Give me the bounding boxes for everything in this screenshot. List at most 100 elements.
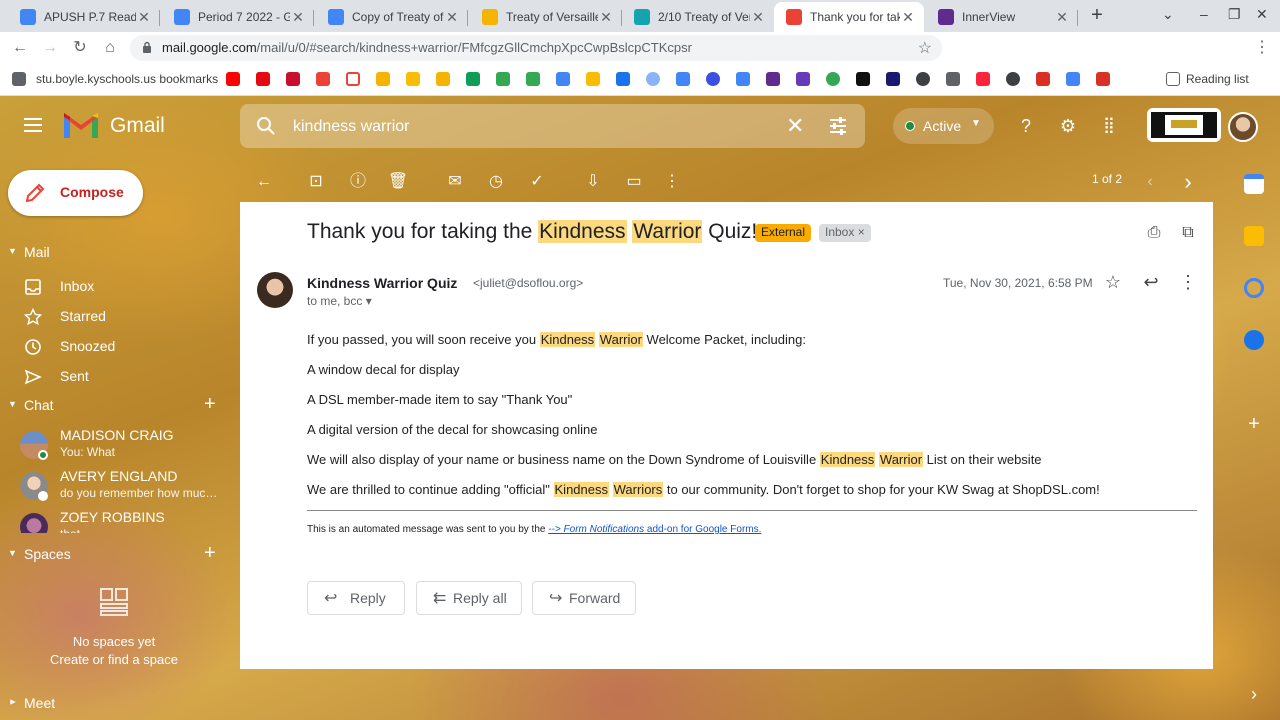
status-selector[interactable]: Active ▼ — [893, 108, 994, 144]
bookmark-icon[interactable] — [436, 72, 450, 86]
drive-bookmark-icon[interactable] — [586, 72, 600, 86]
bookmark-icon[interactable] — [916, 72, 930, 86]
sidebar-item-snoozed[interactable]: Snoozed — [0, 332, 230, 362]
snooze-icon[interactable]: ◷ — [484, 170, 508, 194]
bookmark-icon[interactable] — [1066, 72, 1080, 86]
new-space-icon[interactable]: + — [204, 542, 216, 565]
bookmark-icon[interactable] — [886, 72, 900, 86]
mail-section-header[interactable]: ▼ Mail — [0, 242, 240, 266]
chat-section-header[interactable]: ▼ Chat + — [0, 393, 240, 419]
help-icon[interactable]: ? — [1014, 114, 1038, 138]
close-tab-icon[interactable]: ✕ — [290, 9, 306, 26]
reading-list[interactable]: Reading list — [1186, 72, 1249, 86]
chevron-right-icon[interactable]: › — [1244, 684, 1264, 704]
sidebar-item-starred[interactable]: Starred — [0, 302, 230, 332]
older-icon[interactable]: › — [1176, 170, 1200, 194]
reload-icon[interactable]: ↻ — [70, 38, 90, 58]
close-tab-icon[interactable]: ✕ — [444, 9, 460, 26]
bookmark-icon[interactable] — [1006, 72, 1020, 86]
close-tab-icon[interactable]: ✕ — [136, 9, 152, 26]
browser-tab[interactable]: Treaty of Versaille ✕ — [470, 2, 622, 32]
sidebar-item-sent[interactable]: Sent — [0, 362, 230, 392]
bookmark-icon[interactable] — [676, 72, 690, 86]
docs-bookmark-icon[interactable] — [736, 72, 750, 86]
tasks-icon[interactable] — [1244, 278, 1264, 298]
reply-all-button[interactable]: ⇇ Reply all — [416, 581, 522, 615]
spaces-section-header[interactable]: ▼ Spaces + — [0, 542, 240, 568]
bookmark-icon[interactable] — [1096, 72, 1110, 86]
close-tab-icon[interactable]: ✕ — [1054, 9, 1070, 26]
home-icon[interactable]: ⌂ — [100, 38, 120, 58]
bookmark-star-icon[interactable]: ☆ — [918, 38, 932, 58]
move-to-icon[interactable]: ⇩ — [581, 170, 605, 194]
more-actions-icon[interactable]: ⋮ — [660, 170, 684, 194]
bookmark-icon[interactable] — [316, 72, 330, 86]
gear-icon[interactable]: ⚙ — [1056, 114, 1080, 138]
more-options-icon[interactable]: ⋮ — [1176, 272, 1200, 296]
new-tab-button[interactable]: + — [1086, 4, 1108, 26]
back-icon[interactable]: ← — [10, 38, 30, 58]
browser-tab[interactable]: 2/10 Treaty of Ver ✕ — [622, 2, 774, 32]
amazon-bookmark-icon[interactable] — [856, 72, 870, 86]
bookmark-icon[interactable] — [706, 72, 720, 86]
youtube-bookmark-icon[interactable] — [226, 72, 240, 86]
print-icon[interactable]: ⎙ — [1144, 224, 1164, 244]
newer-icon[interactable]: ‹ — [1138, 170, 1162, 194]
bookmark-icon[interactable] — [766, 72, 780, 86]
bookmark-icon[interactable] — [946, 72, 960, 86]
netflix-bookmark-icon[interactable] — [256, 72, 270, 86]
sender-name[interactable]: Kindness Warrior Quiz — [307, 275, 457, 291]
report-spam-icon[interactable]: ⓘ — [346, 170, 370, 194]
bookmark-icon[interactable] — [496, 72, 510, 86]
bookmark-icon[interactable] — [616, 72, 630, 86]
bookmark-icon[interactable] — [526, 72, 540, 86]
avatar[interactable] — [1228, 112, 1258, 142]
close-window-icon[interactable]: ✕ — [1256, 6, 1268, 23]
browser-tab[interactable]: Thank you for taki ✕ — [774, 2, 924, 32]
new-chat-icon[interactable]: + — [204, 393, 216, 416]
bookmarks-folder-label[interactable]: stu.boyle.kyschools.us bookmarks — [36, 72, 218, 86]
tab-search-icon[interactable]: ⌄ — [1162, 6, 1174, 23]
browser-tab[interactable]: Copy of Treaty of ✕ — [316, 2, 468, 32]
reply-icon[interactable]: ↩ — [1139, 272, 1163, 296]
back-to-results-icon[interactable]: ← — [252, 170, 276, 194]
minimize-icon[interactable]: – — [1200, 6, 1208, 22]
clear-search-icon[interactable]: ✕ — [786, 113, 804, 139]
apps-grid-icon[interactable]: ⣿ — [1097, 114, 1121, 138]
bookmark-icon[interactable] — [1036, 72, 1050, 86]
archive-icon[interactable]: ⊡ — [304, 170, 328, 194]
main-menu-icon[interactable] — [24, 118, 42, 132]
chat-item[interactable]: AVERY ENGLAND do you remember how much .… — [0, 468, 230, 508]
close-tab-icon[interactable]: ✕ — [900, 9, 916, 26]
calendar-bookmark-icon[interactable] — [556, 72, 570, 86]
add-addon-icon[interactable]: + — [1244, 414, 1264, 434]
label-icon[interactable]: ▭ — [622, 170, 646, 194]
address-bar[interactable]: mail.google.com/mail/u/0/#search/kindnes… — [130, 35, 942, 61]
bookmark-icon[interactable] — [286, 72, 300, 86]
organization-logo[interactable] — [1147, 108, 1221, 142]
bookmark-icon[interactable] — [406, 72, 420, 86]
star-icon[interactable]: ☆ — [1101, 272, 1125, 296]
photos-bookmark-icon[interactable] — [826, 72, 840, 86]
compose-button[interactable]: Compose — [8, 170, 143, 216]
form-notifications-link[interactable]: --> Form Notifications — [548, 524, 644, 535]
keep-icon[interactable] — [1244, 226, 1264, 246]
browser-tab[interactable]: InnerView ✕ — [926, 2, 1078, 32]
recipients-toggle[interactable]: to me, bcc ▾ — [307, 294, 372, 308]
search-icon[interactable] — [256, 116, 276, 136]
close-tab-icon[interactable]: ✕ — [750, 9, 766, 26]
forward-icon[interactable]: → — [40, 38, 60, 58]
sidebar-item-inbox[interactable]: Inbox — [0, 272, 230, 302]
browser-tab[interactable]: Period 7 2022 - Go ✕ — [162, 2, 314, 32]
gmail-bookmark-icon[interactable] — [346, 72, 360, 86]
inbox-label-chip[interactable]: Inbox × — [819, 224, 871, 242]
search-options-icon[interactable] — [828, 116, 848, 136]
maximize-icon[interactable]: ❐ — [1228, 6, 1241, 23]
search-input[interactable]: kindness warrior — [293, 118, 409, 136]
bookmark-icon[interactable] — [376, 72, 390, 86]
close-tab-icon[interactable]: ✕ — [598, 9, 614, 26]
more-menu-icon[interactable]: ⋮ — [1252, 38, 1272, 58]
contacts-icon[interactable] — [1244, 330, 1264, 350]
bookmark-icon[interactable] — [466, 72, 480, 86]
open-new-window-icon[interactable]: ⧉ — [1178, 224, 1198, 244]
